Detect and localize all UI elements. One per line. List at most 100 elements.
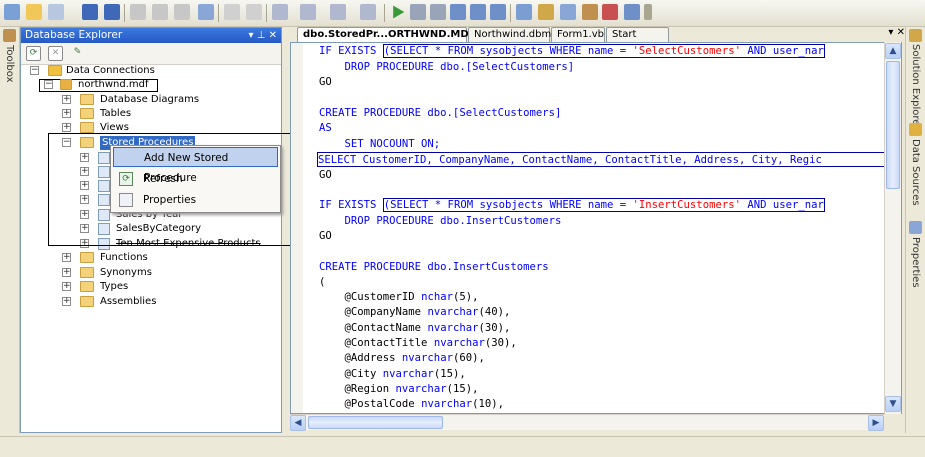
folder-icon: [80, 267, 94, 278]
refresh-icon: ⟳: [119, 172, 133, 186]
tab-stored-procedure[interactable]: dbo.StoredPr...ORTHWND.MDF)*: [297, 27, 485, 42]
refresh-icon[interactable]: ⟳: [26, 46, 41, 61]
find-icon[interactable]: [198, 4, 214, 20]
navigate-forward-icon[interactable]: [360, 4, 376, 20]
find-in-files-icon[interactable]: [516, 4, 532, 20]
solution-explorer-tab[interactable]: Solution Explorer: [910, 44, 921, 130]
database-connection-icon: [60, 79, 72, 90]
step-out-icon[interactable]: [490, 4, 506, 20]
cut-icon[interactable]: [130, 4, 146, 20]
scroll-down-button[interactable]: ▼: [885, 396, 901, 412]
scroll-thumb[interactable]: [308, 416, 443, 429]
code-line: IF EXISTS (SELECT * FROM sysobjects WHER…: [319, 44, 825, 58]
add-project-icon[interactable]: [4, 4, 20, 20]
context-menu: Add New Stored Procedure ⟳ Refresh Prope…: [110, 145, 281, 213]
toolbox-icon[interactable]: [582, 4, 598, 20]
left-tool-strip: Toolbox: [0, 27, 20, 433]
expand-icon[interactable]: +: [62, 123, 71, 132]
scroll-up-button[interactable]: ▲: [885, 43, 901, 59]
code-line: DROP PROCEDURE dbo.InsertCustomers: [319, 215, 562, 227]
solution-explorer-icon[interactable]: [538, 4, 554, 20]
expand-icon[interactable]: +: [62, 253, 71, 262]
properties-tab[interactable]: Properties: [910, 237, 921, 288]
scroll-thumb[interactable]: [886, 61, 900, 189]
code-line: @PostalCode nvarchar(10),: [319, 398, 504, 410]
connect-to-database-icon[interactable]: ✎: [70, 46, 85, 61]
folder-icon: [80, 94, 94, 105]
folder-icon: [80, 281, 94, 292]
properties-window-icon[interactable]: [560, 4, 576, 20]
database-explorer-titlebar: Database Explorer ▾ ⊥ ✕: [21, 28, 281, 43]
scroll-left-button[interactable]: ◀: [290, 415, 306, 431]
vertical-scrollbar[interactable]: ▲ ▼: [884, 42, 901, 414]
scroll-right-button[interactable]: ▶: [868, 415, 884, 431]
database-explorer-toolbar: ⟳ ✕ ✎: [21, 43, 281, 65]
code-line: @Region nvarchar(15),: [319, 383, 479, 395]
code-line: @ContactTitle nvarchar(30),: [319, 337, 517, 349]
properties-icon[interactable]: [909, 221, 922, 234]
expand-icon[interactable]: +: [62, 297, 71, 306]
folder-icon: [80, 122, 94, 133]
step-into-icon[interactable]: [450, 4, 466, 20]
tab-strip-controls[interactable]: ▾ ✕: [888, 27, 905, 38]
code-line-selected: SELECT CustomerID, CompanyName, ContactN…: [317, 152, 901, 167]
tab-form1[interactable]: Form1.vb: [551, 27, 605, 42]
pause-icon[interactable]: [410, 4, 426, 20]
stop-icon[interactable]: [430, 4, 446, 20]
collapse-icon[interactable]: −: [30, 66, 39, 75]
code-line: @City nvarchar(15),: [319, 368, 466, 380]
paste-icon[interactable]: [174, 4, 190, 20]
open-file-icon[interactable]: [26, 4, 42, 20]
code-line: GO: [319, 76, 332, 88]
code-line: @ContactName nvarchar(30),: [319, 322, 511, 334]
undo-icon[interactable]: [272, 4, 288, 20]
object-browser-icon[interactable]: [602, 4, 618, 20]
code-line: IF EXISTS (SELECT * FROM sysobjects WHER…: [319, 198, 825, 212]
code-line: CREATE PROCEDURE dbo.InsertCustomers: [319, 261, 549, 273]
expand-icon[interactable]: +: [62, 109, 71, 118]
code-line: @Address nvarchar(60),: [319, 352, 485, 364]
tab-start-page[interactable]: Start Page: [606, 27, 669, 54]
solution-explorer-icon[interactable]: [909, 29, 922, 42]
data-sources-icon[interactable]: [909, 123, 922, 136]
collapse-icon[interactable]: −: [44, 80, 53, 89]
code-line: GO: [319, 230, 332, 242]
expand-icon[interactable]: +: [62, 282, 71, 291]
code-line: SET NOCOUNT ON;: [319, 138, 441, 150]
step-over-icon[interactable]: [470, 4, 486, 20]
data-connections-icon: [48, 65, 62, 76]
panel-window-controls[interactable]: ▾ ⊥ ✕: [249, 28, 277, 43]
folder-icon: [80, 296, 94, 307]
comment-icon[interactable]: [224, 4, 240, 20]
navigate-back-icon[interactable]: [330, 4, 346, 20]
document-tab-strip: dbo.StoredPr...ORTHWND.MDF)* Northwind.d…: [295, 27, 907, 54]
add-item-icon[interactable]: [48, 4, 64, 20]
code-line: AS: [319, 122, 332, 134]
stop-refresh-icon[interactable]: ✕: [48, 46, 63, 61]
toolbar-options-icon[interactable]: [644, 4, 652, 20]
code-line: @CustomerID nchar(5),: [319, 291, 479, 303]
uncomment-icon[interactable]: [246, 4, 262, 20]
panel-title: Database Explorer: [25, 29, 123, 41]
expand-icon[interactable]: +: [62, 95, 71, 104]
copy-icon[interactable]: [152, 4, 168, 20]
menu-item-properties[interactable]: Properties: [113, 190, 278, 210]
expand-icon[interactable]: +: [62, 268, 71, 277]
properties-icon: [119, 193, 133, 207]
redo-icon[interactable]: [300, 4, 316, 20]
code-editor[interactable]: IF EXISTS (SELECT * FROM sysobjects WHER…: [290, 42, 902, 414]
menu-item-add-new-stored-procedure[interactable]: Add New Stored Procedure: [113, 147, 278, 184]
menu-item-refresh[interactable]: ⟳ Refresh: [113, 169, 278, 189]
start-page-icon[interactable]: [624, 4, 640, 20]
tab-northwind-dbml[interactable]: Northwind.dbml: [468, 27, 554, 42]
toolbox-tab[interactable]: Toolbox: [4, 45, 15, 83]
start-debug-icon[interactable]: [393, 5, 405, 19]
horizontal-scrollbar[interactable]: ◀ ▶: [290, 414, 884, 431]
save-icon[interactable]: [82, 4, 98, 20]
toolbox-icon[interactable]: [3, 29, 16, 42]
code-line: DROP PROCEDURE dbo.[SelectCustomers]: [319, 61, 575, 73]
save-all-icon[interactable]: [104, 4, 120, 20]
right-tool-strip: Solution Explorer Data Sources Propertie…: [905, 27, 925, 433]
data-sources-tab[interactable]: Data Sources: [910, 139, 921, 206]
code-line: CREATE PROCEDURE dbo.[SelectCustomers]: [319, 107, 562, 119]
